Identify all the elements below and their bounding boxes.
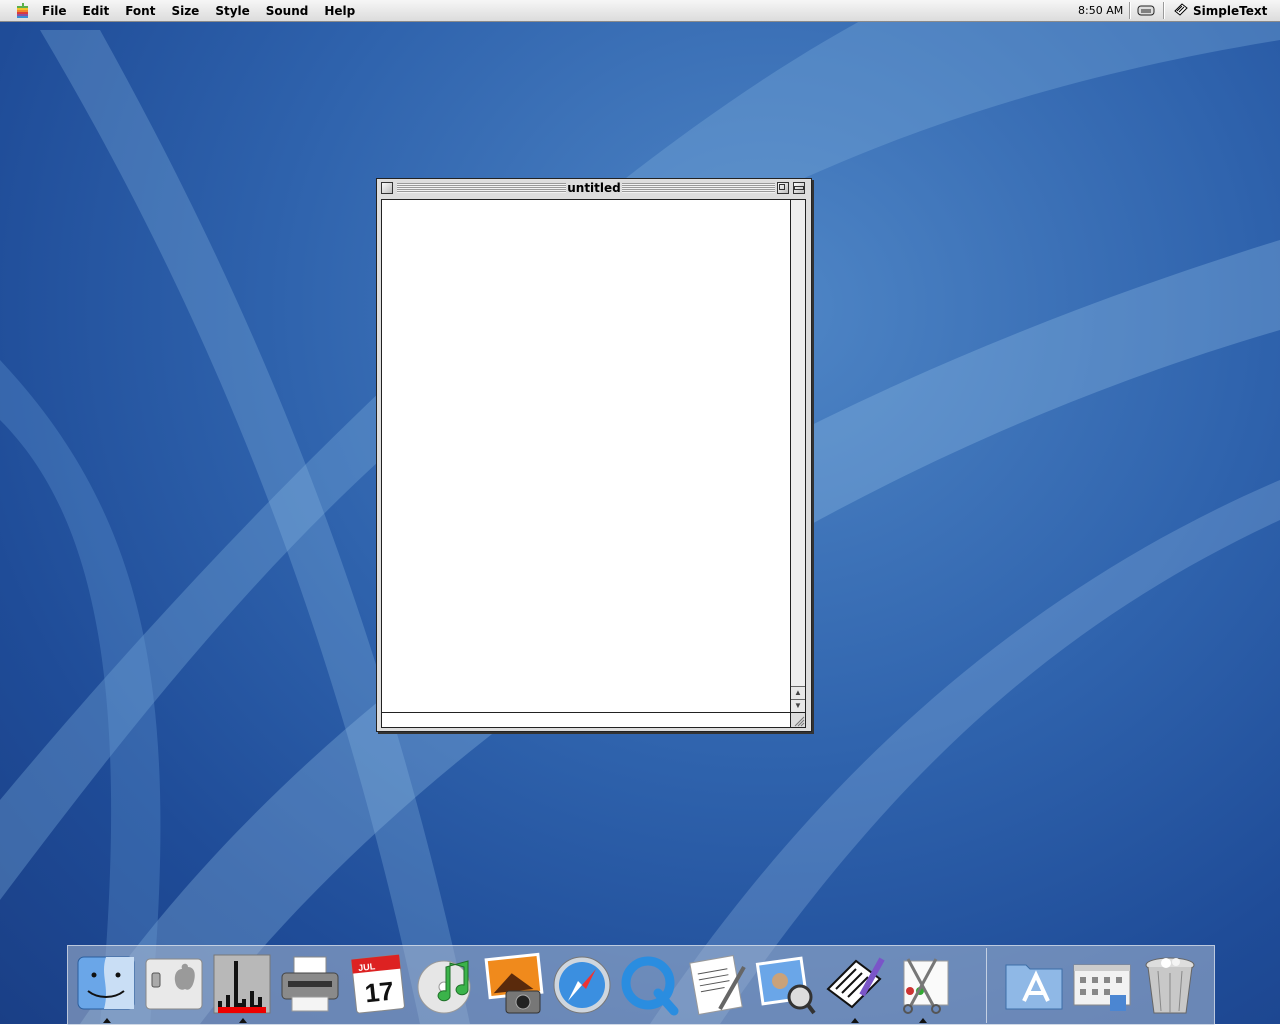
window-title-bar[interactable]: untitled xyxy=(377,179,811,198)
simpletext-icon xyxy=(826,957,885,1009)
trash-icon xyxy=(1145,957,1195,1014)
dock-item-safari[interactable] xyxy=(550,951,614,1017)
dock-item-system-preferences[interactable] xyxy=(1070,951,1134,1017)
printer-icon xyxy=(281,956,339,1012)
dock-divider xyxy=(986,948,987,1023)
dock-item-textedit[interactable] xyxy=(686,951,750,1017)
document-window: untitled ▲ ▼ xyxy=(376,178,812,732)
vertical-scrollbar[interactable]: ▲ ▼ xyxy=(790,199,806,713)
calendar-month: JUL xyxy=(358,961,376,973)
application-menu[interactable]: SimpleText xyxy=(1173,3,1267,18)
zoom-box-icon[interactable] xyxy=(777,182,789,194)
dock-item-itunes[interactable] xyxy=(414,951,478,1017)
simpletext-icon xyxy=(1174,3,1188,16)
scroll-down-arrow-icon[interactable]: ▼ xyxy=(791,699,805,712)
horizontal-scrollbar[interactable] xyxy=(381,712,791,728)
running-indicator xyxy=(239,1018,247,1023)
menubar-separator xyxy=(1129,2,1131,19)
menu-edit[interactable]: Edit xyxy=(75,4,118,18)
menu-file[interactable]: File xyxy=(34,4,75,18)
dock-item-applications-folder[interactable] xyxy=(1002,951,1066,1017)
collapse-box-icon[interactable] xyxy=(793,182,805,194)
calendar-day: 17 xyxy=(363,975,395,1008)
preview-icon xyxy=(755,956,816,1015)
dock: JUL 17 xyxy=(67,945,1215,1025)
dock-item-simpletext[interactable] xyxy=(822,951,886,1023)
close-box-icon[interactable] xyxy=(381,182,393,194)
dock-item-printer-setup[interactable] xyxy=(278,951,342,1017)
dock-item-scrapbook[interactable] xyxy=(890,951,954,1023)
zoom-box-inner xyxy=(779,184,785,190)
dock-item-finder[interactable] xyxy=(74,951,138,1023)
system-preferences-icon xyxy=(1073,964,1131,1011)
applications-folder-icon xyxy=(1005,964,1063,1010)
apple-menu-icon[interactable] xyxy=(15,3,30,18)
calendar-icon: JUL 17 xyxy=(351,954,405,1014)
classic-icon xyxy=(145,958,203,1010)
textedit-icon xyxy=(689,954,746,1016)
collapse-box-inner xyxy=(794,186,804,190)
dock-item-trash[interactable] xyxy=(1138,951,1202,1017)
running-indicator xyxy=(919,1018,927,1023)
dock-item-activity-monitor[interactable] xyxy=(210,951,274,1023)
menu-sound[interactable]: Sound xyxy=(258,4,317,18)
safari-icon xyxy=(553,956,611,1014)
scroll-up-arrow-icon[interactable]: ▲ xyxy=(791,686,805,699)
menu-font[interactable]: Font xyxy=(117,4,163,18)
menu-size[interactable]: Size xyxy=(163,4,207,18)
menubar-separator xyxy=(1163,2,1165,19)
finder-icon xyxy=(77,956,135,1010)
menu-style[interactable]: Style xyxy=(207,4,257,18)
cpu-monitor-icon xyxy=(213,954,271,1014)
text-editing-area[interactable] xyxy=(381,199,791,713)
menu-help[interactable]: Help xyxy=(316,4,363,18)
resize-grip-icon[interactable] xyxy=(790,712,806,728)
menu-clock[interactable]: 8:50 AM xyxy=(1078,4,1123,17)
dock-item-iphoto[interactable] xyxy=(482,951,546,1017)
control-strip-icon[interactable] xyxy=(1137,4,1155,17)
window-title: untitled xyxy=(566,180,622,196)
quicktime-icon xyxy=(621,956,679,1016)
itunes-icon xyxy=(417,960,471,1014)
menu-bar: File Edit Font Size Style Sound Help 8:5… xyxy=(0,0,1280,22)
dock-item-classic[interactable] xyxy=(142,951,206,1017)
running-indicator xyxy=(103,1018,111,1023)
iphoto-icon xyxy=(484,952,544,1014)
running-indicator xyxy=(851,1018,859,1023)
dock-item-preview[interactable] xyxy=(754,951,818,1017)
active-app-name: SimpleText xyxy=(1193,3,1268,18)
scissors-icon xyxy=(903,958,949,1014)
dock-item-ical[interactable]: JUL 17 xyxy=(346,951,410,1017)
dock-item-quicktime[interactable] xyxy=(618,951,682,1017)
